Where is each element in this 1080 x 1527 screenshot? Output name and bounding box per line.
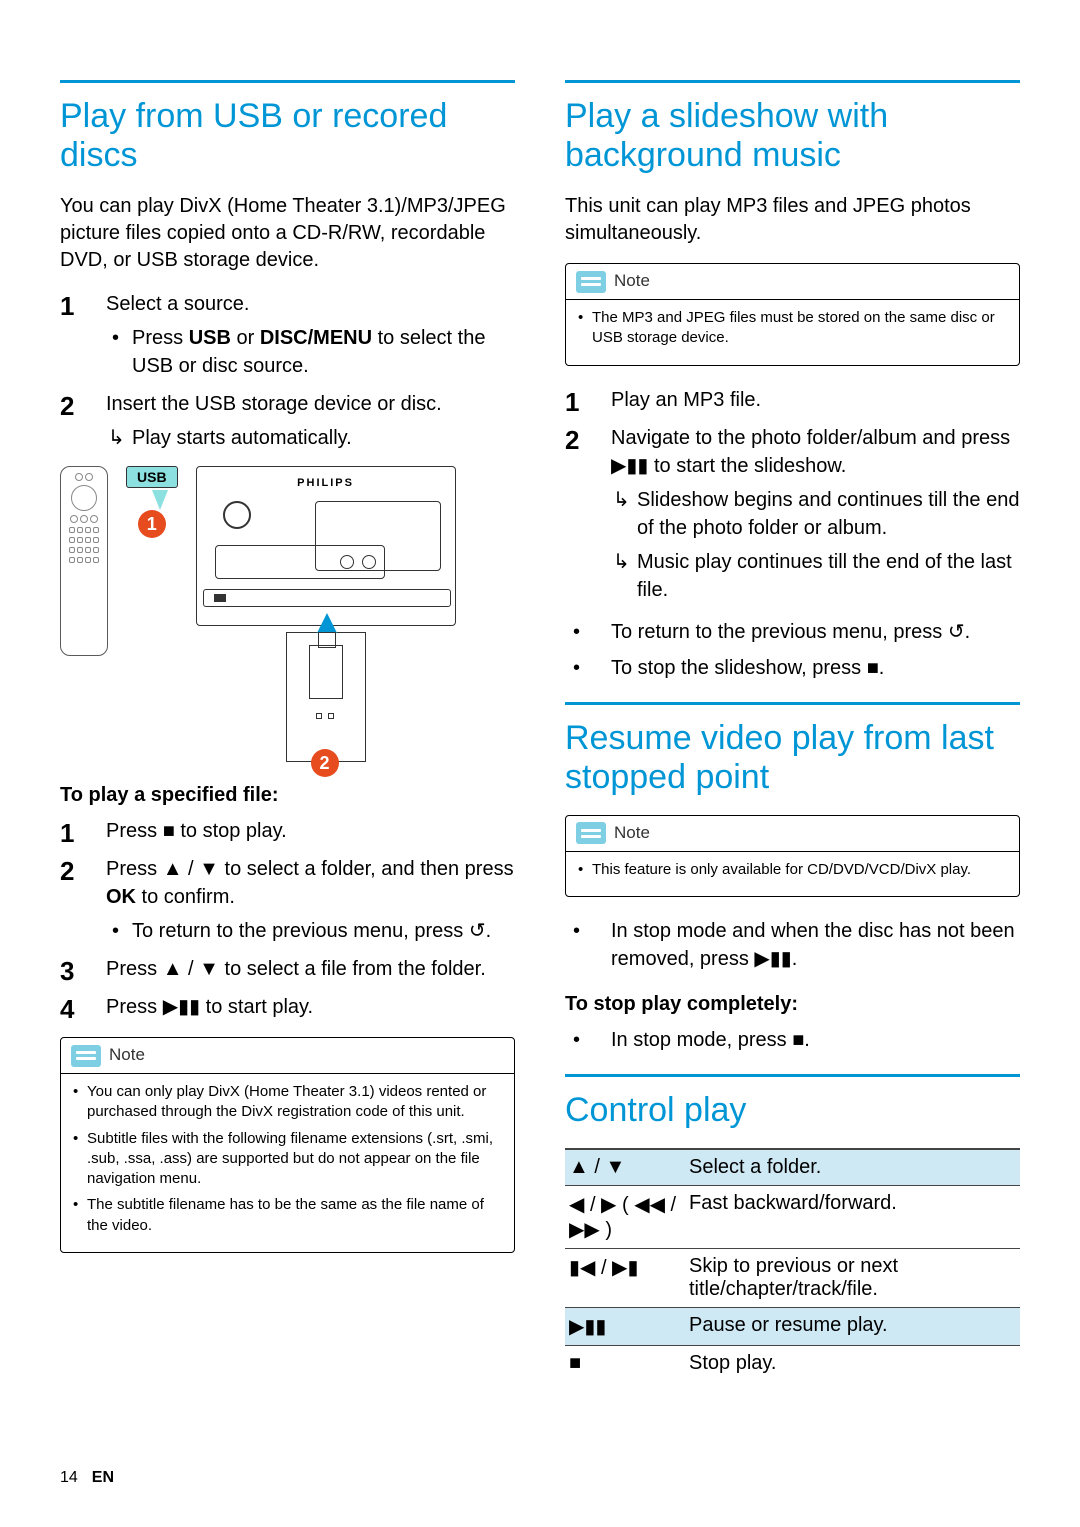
note-left-1: You can only play DivX (Home Theater 3.1… <box>73 1082 502 1123</box>
note-resume-1: This feature is only available for CD/DV… <box>578 860 1007 880</box>
step-2: Insert the USB storage device or disc. P… <box>60 390 515 452</box>
spec-step-3: Press ▲ / ▼ to select a file from the fo… <box>60 955 515 983</box>
note-box-slideshow: Note The MP3 and JPEG files must be stor… <box>565 263 1020 365</box>
section-title-resume: Resume video play from last stopped poin… <box>565 719 1020 797</box>
note-slideshow-1: The MP3 and JPEG files must be stored on… <box>578 308 1007 349</box>
slide-bullet-stop: To stop the slideshow, press ■. <box>565 654 1020 682</box>
subhead-stop-completely: To stop play completely: <box>565 993 1020 1016</box>
device-icon: PHILIPS ⊷ <box>196 466 456 626</box>
slide-bullet-return: To return to the previous menu, press ↺. <box>565 618 1020 646</box>
table-row: ▶▮▮Pause or resume play. <box>565 1308 1020 1346</box>
spec-step-1: Press ■ to stop play. <box>60 817 515 845</box>
table-row: ◀ / ▶ ( ◀◀ / ▶▶ )Fast backward/forward. <box>565 1186 1020 1249</box>
note-icon <box>576 822 606 844</box>
spec-step-2-sub: To return to the previous menu, press ↺. <box>106 917 515 945</box>
intro-usb: You can play DivX (Home Theater 3.1)/MP3… <box>60 193 515 274</box>
note-left-2: Subtitle files with the following filena… <box>73 1129 502 1190</box>
step-1-sub: Press USB or DISC/MENU to select the USB… <box>106 324 515 380</box>
subhead-specified-file: To play a specified file: <box>60 784 515 807</box>
remote-icon <box>60 466 108 656</box>
usb-zoom-icon: 2 <box>286 632 366 762</box>
resume-bullet-2: In stop mode, press ■. <box>565 1026 1020 1054</box>
slide-sub-2: Music play continues till the end of the… <box>611 548 1020 604</box>
table-row: ▮◀ / ▶▮Skip to previous or next title/ch… <box>565 1249 1020 1308</box>
illustration: USB 1 PHILIPS ⊷ 2 <box>60 466 515 762</box>
resume-bullet-1: In stop mode and when the disc has not b… <box>565 917 1020 973</box>
step-2-sub: Play starts automatically. <box>106 424 515 452</box>
note-icon <box>71 1045 101 1067</box>
spec-step-2: Press ▲ / ▼ to select a folder, and then… <box>60 855 515 945</box>
section-title-control: Control play <box>565 1091 1020 1130</box>
controls-table: ▲ / ▼Select a folder. ◀ / ▶ ( ◀◀ / ▶▶ )F… <box>565 1148 1020 1381</box>
slide-step-1: Play an MP3 file. <box>565 386 1020 414</box>
table-row: ■Stop play. <box>565 1346 1020 1382</box>
table-row: ▲ / ▼Select a folder. <box>565 1149 1020 1186</box>
step-1: Select a source. Press USB or DISC/MENU … <box>60 290 515 380</box>
callout-1: 1 <box>138 510 166 538</box>
page-footer: 14EN <box>60 1469 114 1487</box>
intro-slideshow: This unit can play MP3 files and JPEG ph… <box>565 193 1020 247</box>
slide-step-2: Navigate to the photo folder/album and p… <box>565 424 1020 604</box>
note-left-3: The subtitle filename has to be the same… <box>73 1195 502 1236</box>
note-box-resume: Note This feature is only available for … <box>565 815 1020 897</box>
slide-sub-1: Slideshow begins and continues till the … <box>611 486 1020 542</box>
section-title-usb: Play from USB or recored discs <box>60 97 515 175</box>
pointer-icon <box>152 490 168 510</box>
usb-label: USB <box>126 466 178 488</box>
note-box-left: Note You can only play DivX (Home Theate… <box>60 1037 515 1253</box>
spec-step-4: Press ▶▮▮ to start play. <box>60 993 515 1021</box>
note-icon <box>576 271 606 293</box>
section-title-slideshow: Play a slideshow with background music <box>565 97 1020 175</box>
callout-2: 2 <box>311 749 339 777</box>
